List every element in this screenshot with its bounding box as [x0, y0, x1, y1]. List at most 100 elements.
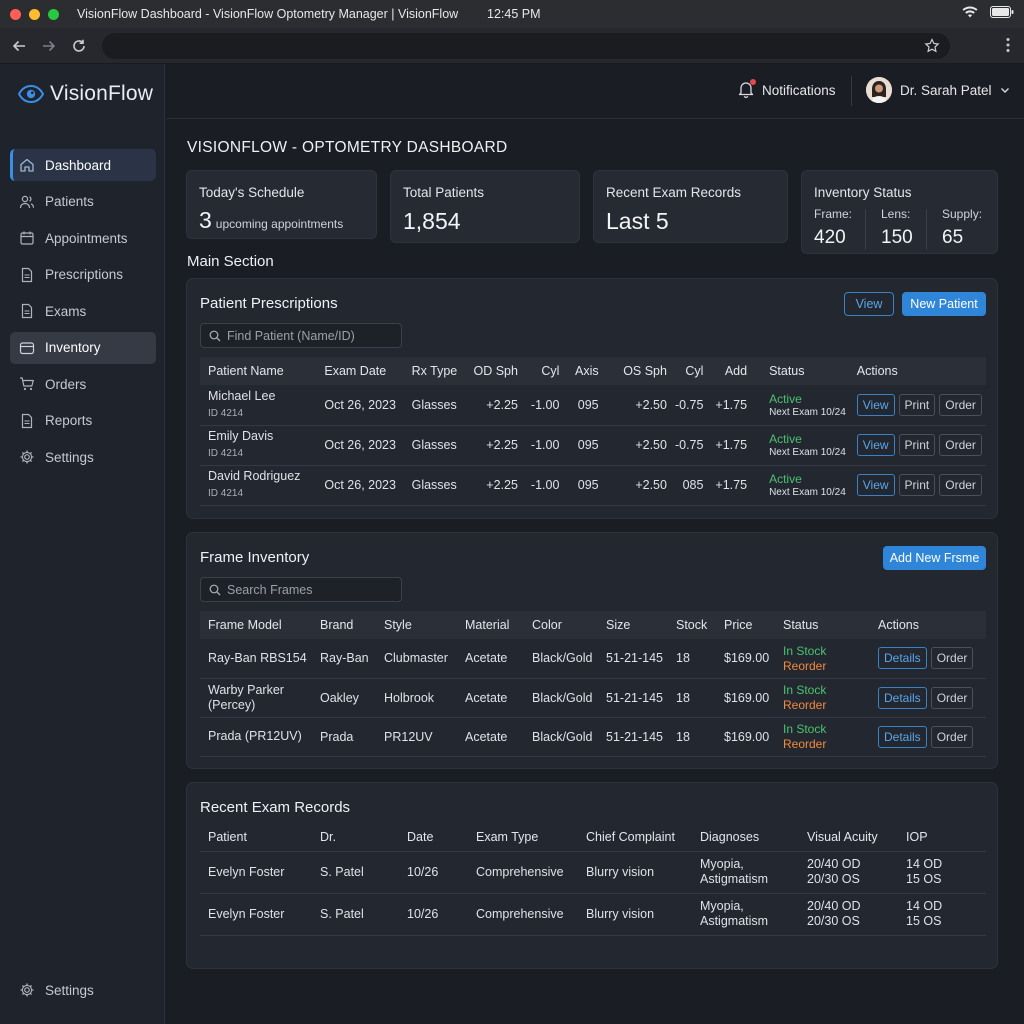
column-header[interactable]: Material [457, 611, 524, 639]
battery-icon[interactable] [990, 6, 1014, 18]
order-row-button[interactable]: Order [930, 725, 974, 748]
doctor-cell: S. Patel [312, 850, 399, 894]
notifications-button[interactable]: Notifications [738, 79, 836, 101]
table-row[interactable]: Warby Parker (Percey) Oakley Holbrook Ace… [200, 678, 986, 718]
card-total-patients[interactable]: Total Patients 1,854 [390, 170, 580, 243]
patient-id: ID 4214 [208, 407, 244, 419]
search-frames-input[interactable]: Search Frames [200, 577, 402, 602]
search-placeholder: Search Frames [227, 582, 313, 597]
column-header[interactable]: Add [711, 357, 755, 385]
column-header[interactable]: Actions [849, 357, 986, 385]
column-header[interactable]: Chief Complaint [578, 823, 692, 851]
reload-button[interactable] [68, 35, 90, 57]
print-row-button[interactable]: Print [898, 474, 936, 496]
print-row-button[interactable]: Print [898, 434, 936, 456]
column-header[interactable]: Cyl [675, 357, 712, 385]
close-window-button[interactable] [10, 8, 21, 20]
sidebar-item-settings[interactable]: Settings [10, 441, 156, 473]
column-header[interactable]: Axis [567, 357, 606, 385]
details-row-button[interactable]: Details [878, 647, 927, 670]
new-patient-button[interactable]: New Patient [902, 292, 986, 316]
document-icon [21, 413, 33, 428]
back-button[interactable] [8, 35, 30, 57]
star-icon[interactable] [924, 38, 940, 54]
exam-type-cell: Comprehensive [468, 850, 578, 894]
table-row[interactable]: David Rodriguez ID 4214 Oct 26, 2023 Glas… [200, 465, 986, 506]
column-header[interactable]: Exam Date [316, 357, 403, 385]
sidebar-bottom-settings[interactable]: Settings [19, 982, 94, 998]
od-cyl-cell: -1.00 [525, 465, 568, 506]
column-header[interactable]: Style [376, 611, 457, 639]
view-row-button[interactable]: View [856, 434, 895, 456]
column-header[interactable]: Rx Type [404, 357, 465, 385]
table-row[interactable]: Evelyn Foster S. Patel 10/26 Comprehensi… [200, 850, 986, 894]
user-menu[interactable]: Dr. Sarah Patel [866, 77, 1010, 103]
column-header[interactable]: Brand [312, 611, 376, 639]
column-header[interactable]: Status [775, 611, 870, 639]
sidebar-item-inventory[interactable]: Inventory [10, 331, 156, 364]
document-icon [21, 267, 33, 282]
table-row[interactable]: Emily Davis ID 4214 Oct 26, 2023 Glasses … [200, 425, 986, 466]
column-header[interactable]: Diagnoses [692, 823, 799, 851]
minimize-window-button[interactable] [29, 8, 40, 20]
sidebar-item-exams[interactable]: Exams [10, 295, 156, 327]
forward-button[interactable] [38, 35, 60, 57]
table-row[interactable]: Ray-Ban RBS154 Ray-Ban Clubmaster Acetat… [200, 639, 986, 679]
card-recent-exam-records[interactable]: Recent Exam Records Last 5 [593, 170, 788, 243]
add-new-frame-button[interactable]: Add New Frsme [883, 546, 986, 570]
column-header[interactable]: IOP [898, 823, 986, 851]
view-button[interactable]: View [844, 292, 894, 316]
maximize-window-button[interactable] [48, 8, 59, 20]
column-header[interactable]: Patient [200, 823, 312, 851]
column-header[interactable]: Exam Type [468, 823, 578, 851]
order-row-button[interactable]: Order [939, 393, 982, 416]
order-row-button[interactable]: Order [930, 647, 974, 670]
card-todays-schedule[interactable]: Today's Schedule 3 upcoming appointments [186, 170, 377, 239]
sidebar-item-dashboard[interactable]: Dashboard [10, 149, 156, 181]
sidebar-item-reports[interactable]: Reports [10, 405, 156, 437]
view-row-button[interactable]: View [856, 474, 895, 496]
brand-logo[interactable]: VisionFlow [18, 82, 153, 106]
column-header[interactable]: Actions [870, 611, 986, 639]
sidebar-item-orders[interactable]: Orders [10, 368, 156, 400]
patient-name-cell: David Rodriguez ID 4214 [200, 465, 317, 506]
column-header[interactable]: Date [399, 823, 468, 851]
find-patient-search[interactable]: Find Patient (Name/ID) [200, 323, 402, 348]
address-bar[interactable] [102, 33, 950, 59]
kebab-menu-icon[interactable] [1006, 37, 1010, 53]
order-row-button[interactable]: Order [939, 434, 982, 456]
order-row-button[interactable]: Order [939, 474, 982, 496]
column-header[interactable]: Frame Model [200, 611, 312, 639]
column-header[interactable]: Price [716, 611, 775, 639]
column-header[interactable]: Visual Acuity [799, 823, 898, 851]
od-cyl-cell: -1.00 [525, 425, 568, 466]
column-header[interactable]: Color [524, 611, 598, 639]
column-header[interactable]: Status [755, 357, 849, 385]
stock-cell: 18 [668, 717, 716, 757]
details-row-button[interactable]: Details [878, 686, 927, 709]
order-row-button[interactable]: Order [930, 686, 974, 709]
column-header[interactable]: OD Sph [465, 357, 526, 385]
panel-patient-prescriptions: Patient Prescriptions View New Patient F… [186, 278, 998, 519]
os-cyl-cell: -0.75 [674, 425, 712, 466]
card-inventory-status[interactable]: Inventory Status Frame: 420 Lens: 150 Su… [801, 170, 998, 254]
column-header[interactable]: Dr. [312, 823, 399, 851]
user-name: Dr. Sarah Patel [900, 82, 992, 98]
wifi-icon[interactable] [962, 6, 978, 18]
column-header[interactable]: OS Sph [607, 357, 675, 385]
table-row[interactable]: Michael Lee ID 4214 Oct 26, 2023 Glasses … [200, 385, 986, 426]
column-header[interactable]: Cyl [526, 357, 567, 385]
sidebar-item-appointments[interactable]: Appointments [10, 222, 156, 254]
column-header[interactable]: Patient Name [200, 357, 316, 385]
details-row-button[interactable]: Details [878, 725, 927, 748]
column-header[interactable]: Size [598, 611, 668, 639]
diagnosis-2: Astigmatism [700, 872, 769, 886]
table-row[interactable]: Evelyn Foster S. Patel 10/26 Comprehensi… [200, 893, 986, 936]
print-row-button[interactable]: Print [898, 393, 936, 416]
sidebar-item-prescriptions[interactable]: Prescriptions [10, 259, 156, 291]
table-row[interactable]: Prada (PR12UV) Prada PR12UV Acetate Blac… [200, 717, 986, 757]
column-header[interactable]: Stock [668, 611, 716, 639]
sidebar-item-patients[interactable]: Patients [10, 186, 156, 218]
notifications-label: Notifications [762, 83, 836, 98]
view-row-button[interactable]: View [856, 393, 895, 416]
